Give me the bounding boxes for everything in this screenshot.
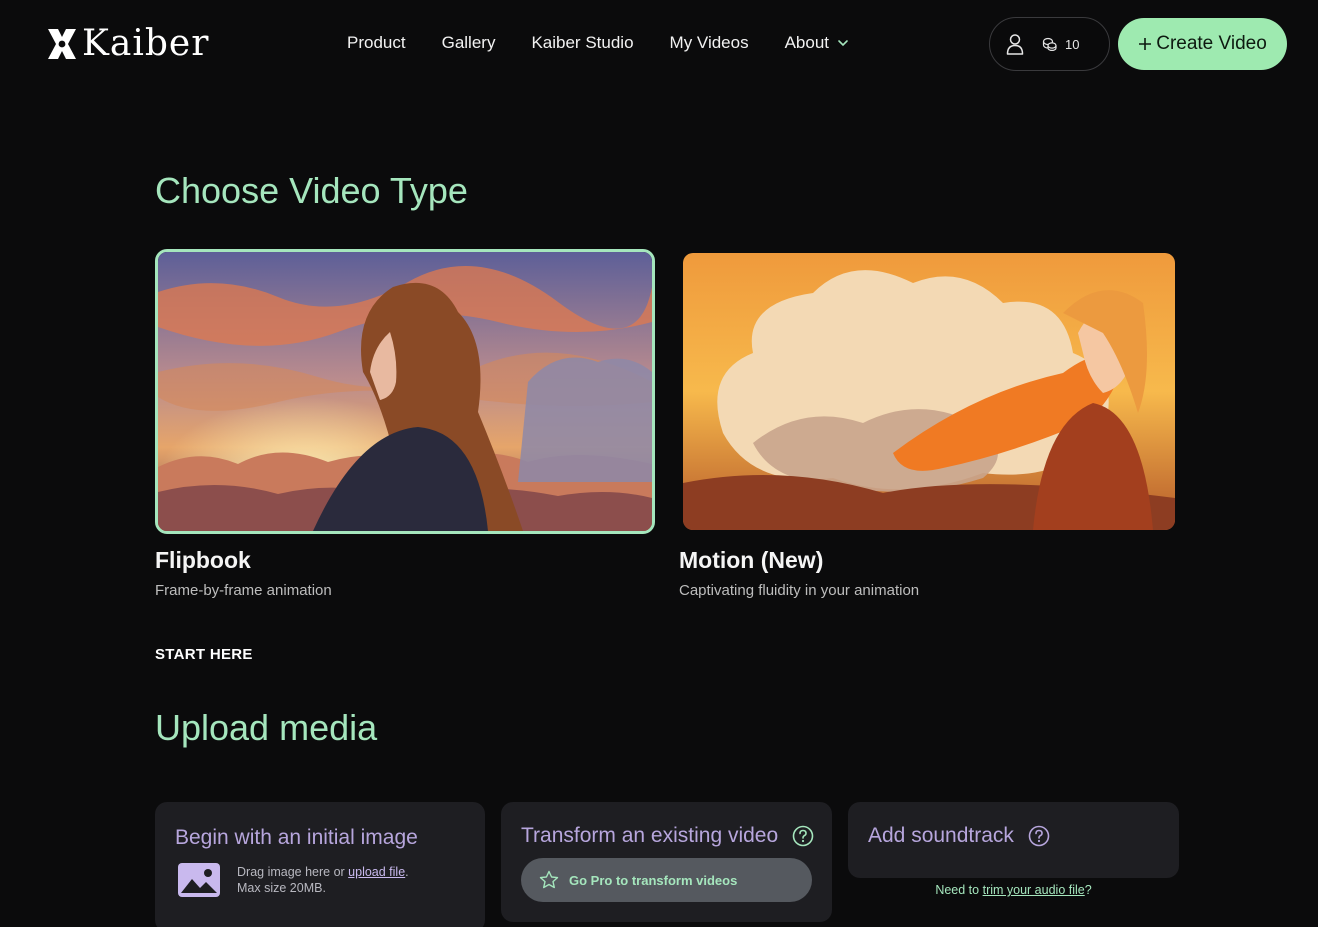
motion-thumbnail xyxy=(683,253,1175,530)
choose-video-type-title: Choose Video Type xyxy=(155,170,468,211)
credits-value: 10 xyxy=(1065,36,1080,52)
initial-image-title: Begin with an initial image xyxy=(175,826,418,849)
trim-note-suffix: ? xyxy=(1084,883,1092,897)
existing-video-title-row: Transform an existing video xyxy=(521,824,814,848)
image-icon xyxy=(178,863,220,897)
nav-my-videos[interactable]: My Videos xyxy=(670,33,749,53)
nav-about-label: About xyxy=(784,33,830,52)
nav-gallery[interactable]: Gallery xyxy=(442,33,496,53)
soundtrack-title-row: Add soundtrack xyxy=(868,824,1050,848)
start-here-label: START HERE xyxy=(155,646,253,663)
user-icon xyxy=(1006,34,1024,55)
trim-audio-link[interactable]: trim your audio file xyxy=(983,883,1085,897)
existing-video-title: Transform an existing video xyxy=(521,824,779,847)
motion-artwork xyxy=(683,253,1175,530)
initial-image-panel[interactable]: Begin with an initial image Drag image h… xyxy=(155,802,485,927)
plus-icon xyxy=(1139,38,1152,50)
motion-title: Motion (New) xyxy=(679,547,824,573)
flipbook-title: Flipbook xyxy=(155,547,251,573)
drag-text: Drag image here or xyxy=(237,865,349,879)
help-icon[interactable] xyxy=(1028,825,1050,847)
nav-about[interactable]: About xyxy=(785,33,849,53)
existing-video-panel: Transform an existing video Go Pro to tr… xyxy=(501,802,832,922)
max-size-note: Max size 20MB. xyxy=(237,881,326,895)
chevron-down-icon xyxy=(838,40,848,47)
top-nav: Kaiber Product Gallery Kaiber Studio My … xyxy=(0,0,1318,90)
soundtrack-title: Add soundtrack xyxy=(868,824,1014,847)
nav-kaiber-studio[interactable]: Kaiber Studio xyxy=(531,33,633,53)
main-nav: Product Gallery Kaiber Studio My Videos … xyxy=(347,33,849,53)
nav-product[interactable]: Product xyxy=(347,33,406,53)
account-menu[interactable]: 10 xyxy=(989,17,1110,71)
flipbook-subtitle: Frame-by-frame animation xyxy=(155,582,332,599)
video-type-card-flipbook[interactable]: Flipbook Frame-by-frame animation xyxy=(155,249,655,609)
star-icon xyxy=(539,870,559,889)
go-pro-button[interactable]: Go Pro to transform videos xyxy=(521,858,812,902)
drop-instructions: Drag image here or upload file. Max size… xyxy=(237,864,409,896)
kaiber-logo[interactable]: Kaiber xyxy=(46,24,209,64)
go-pro-label: Go Pro to transform videos xyxy=(569,872,738,888)
flipbook-artwork xyxy=(158,252,652,531)
upload-media-title: Upload media xyxy=(155,707,378,748)
kaiber-logo-icon xyxy=(48,29,76,59)
create-video-label: Create Video xyxy=(1156,33,1267,54)
video-type-card-motion[interactable]: Motion (New) Captivating fluidity in you… xyxy=(679,249,1179,609)
soundtrack-panel[interactable]: Add soundtrack xyxy=(848,802,1179,878)
flipbook-thumbnail xyxy=(155,249,655,534)
help-icon[interactable] xyxy=(792,825,814,847)
upload-file-link[interactable]: upload file xyxy=(348,865,405,879)
credits-counter: 10 xyxy=(1042,37,1079,52)
coins-icon xyxy=(1042,37,1057,51)
trim-note-prefix: Need to xyxy=(935,883,983,897)
trim-audio-note: Need to trim your audio file? xyxy=(848,883,1179,897)
motion-subtitle: Captivating fluidity in your animation xyxy=(679,582,920,599)
logo-wordmark: Kaiber xyxy=(82,23,210,64)
drag-text-end: . xyxy=(405,865,409,879)
create-video-button[interactable]: Create Video xyxy=(1118,18,1287,70)
image-drop-zone[interactable]: Drag image here or upload file. Max size… xyxy=(177,862,409,898)
